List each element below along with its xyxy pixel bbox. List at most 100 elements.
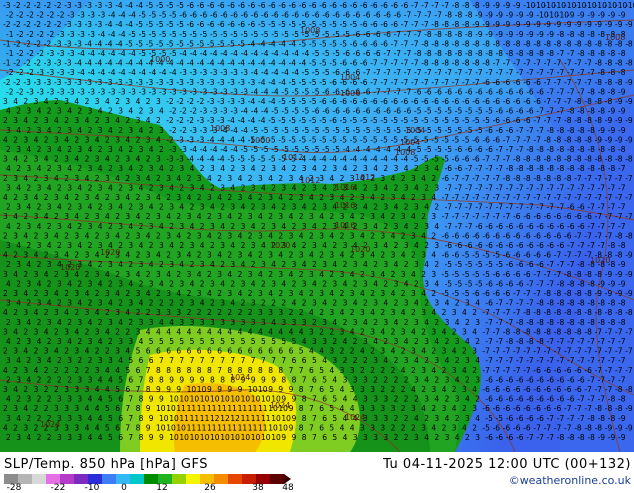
temperature-value: -7 [608,356,616,365]
temperature-value: 2 [95,289,100,298]
temperature-value: 10 [281,414,291,423]
temperature-value: 3 [391,308,396,317]
temperature-value: 6 [187,347,192,356]
temperature-value: 4 [13,97,18,106]
temperature-value: 4 [118,260,123,269]
temperature-value: -7 [536,126,544,135]
temperature-value: -7 [608,375,616,384]
temperature-value: -6 [557,222,565,231]
temperature-value: -6 [370,20,378,29]
temperature-value: 4 [452,347,457,356]
temperature-value: -1 [6,49,14,58]
temperature-value: 2 [47,107,52,116]
temperature-value: 2 [217,231,222,240]
temperature-value: 3 [251,241,256,250]
temperature-value: -6 [319,97,327,106]
temperature-value: -7 [533,59,541,68]
temperature-value: -4 [128,49,136,58]
temperature-value: -7 [625,327,633,336]
temperature-value: 3 [360,404,365,413]
temperature-value: -6 [513,212,521,221]
temperature-value: -2 [166,97,174,106]
temperature-value: -5 [343,30,351,39]
temperature-value: 4 [312,222,317,231]
temperature-value: -9 [526,30,534,39]
temperature-value: -5 [442,155,450,164]
temperature-value: -5 [149,11,157,20]
temperature-value: -7 [584,385,592,394]
temperature-value: 7 [146,366,151,375]
temperature-value: 7 [217,366,222,375]
temperature-value: 4 [329,174,334,183]
temperature-value: -8 [574,116,582,125]
temperature-value: 2 [445,337,450,346]
temperature-value: -4 [105,20,113,29]
temperature-value: -5 [452,270,460,279]
temperature-value: 7 [128,433,133,442]
temperature-value: 3 [13,347,18,356]
temperature-value: -7 [615,212,623,221]
temperature-value: 4 [220,279,225,288]
temperature-value: 2 [281,299,286,308]
temperature-value: -8 [554,39,562,48]
temperature-value: -9 [574,20,582,29]
temperature-value: 4 [98,395,103,404]
temperature-value: -2 [166,135,174,144]
temperature-value: 4 [37,279,42,288]
temperature-value: -8 [577,49,585,58]
temperature-value: -5 [156,20,164,29]
temperature-value: 4 [370,193,375,202]
temperature-value: -6 [506,375,514,384]
temperature-value: -8 [595,59,603,68]
temperature-value: 3 [179,279,184,288]
temperature-value: 8 [149,375,154,384]
temperature-value: 2 [54,385,59,394]
credit-link[interactable]: ©weatheronline.co.uk [509,474,631,487]
temperature-value: -3 [64,78,72,87]
temperature-value: 8 [302,414,307,423]
temperature-value: -5 [445,126,453,135]
temperature-value: 8 [210,375,215,384]
temperature-value: -5 [281,30,289,39]
temperature-value: 2 [115,270,120,279]
temperature-value: -9 [605,289,613,298]
temperature-value: -7 [442,212,450,221]
temperature-value: 2 [44,404,49,413]
temperature-value: 2 [67,145,72,154]
temperature-value: 2 [125,327,130,336]
temperature-value: 2 [391,212,396,221]
temperature-value: 2 [77,356,82,365]
temperature-value: 4 [401,193,406,202]
temperature-value: -9 [625,97,633,106]
temperature-value: 4 [125,193,130,202]
temperature-value: -7 [595,347,603,356]
temperature-value: -7 [533,423,541,432]
temperature-value: -6 [261,11,269,20]
temperature-value: -3 [190,87,198,96]
temperature-value: 2 [74,308,79,317]
temperature-value: -8 [455,30,463,39]
temperature-value: -3 [37,68,45,77]
temperature-value: -9 [523,20,531,29]
temperature-value: 5 [332,414,337,423]
temperature-value: -6 [564,231,572,240]
temperature-value: 3 [421,366,426,375]
temperature-value: -4 [187,155,195,164]
temperature-value: 2 [26,183,31,192]
temperature-value: -4 [241,49,249,58]
temperature-value: -4 [268,97,276,106]
temperature-value: 3 [383,203,388,212]
temperature-value: 3 [431,385,436,394]
temperature-value: -7 [465,222,473,231]
temperature-value: 3 [190,241,195,250]
temperature-value: -7 [472,174,480,183]
temperature-value: -2 [47,11,55,20]
temperature-value: -6 [227,1,235,10]
temperature-value: 3 [44,116,49,125]
temperature-value: -3 [248,78,256,87]
temperature-value: -7 [493,327,501,336]
temperature-value: -7 [496,183,504,192]
temperature-value: -7 [554,270,562,279]
temperature-value: 4 [360,231,365,240]
temperature-value: -9 [567,11,575,20]
